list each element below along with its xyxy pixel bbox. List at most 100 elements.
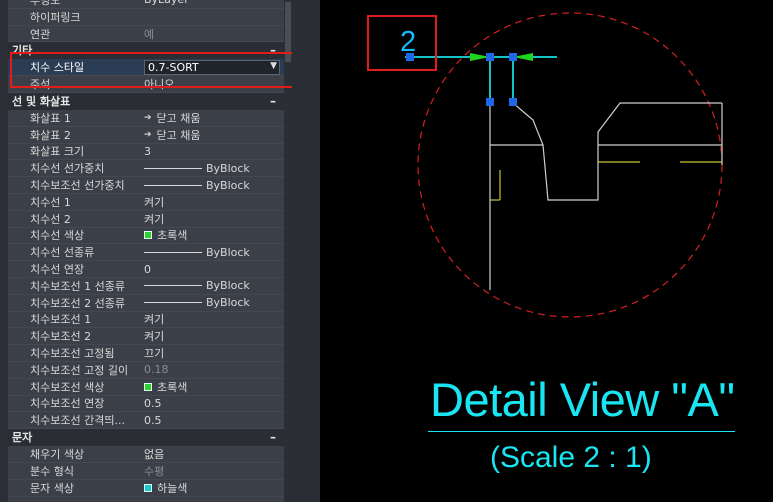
- prop-name: 치수선 연장: [30, 263, 85, 277]
- prop-name: 치수보조선 간격띄...: [30, 414, 125, 428]
- prop-row[interactable]: 연관 예: [8, 26, 284, 43]
- prop-value[interactable]: 끄기: [144, 345, 284, 361]
- prop-value-text: ByBlock: [206, 161, 250, 175]
- prop-value[interactable]: ByBlock: [144, 179, 284, 192]
- prop-row[interactable]: 화살표 크기 3: [8, 144, 284, 161]
- prop-value[interactable]: ➔ 닫고 채움: [144, 110, 284, 126]
- prop-value[interactable]: 켜기: [144, 211, 284, 227]
- collapse-icon[interactable]: –: [270, 93, 276, 110]
- prop-value[interactable]: ByBlock: [144, 162, 284, 175]
- line-sample-icon: [144, 285, 202, 287]
- prop-value[interactable]: 켜기: [144, 194, 284, 210]
- prop-name: 문자 색상: [30, 481, 74, 495]
- prop-value[interactable]: ➔ 닫고 채움: [144, 127, 284, 143]
- prop-name: 화살표 2: [30, 128, 71, 142]
- prop-row[interactable]: 치수보조선 간격띄... 0.5: [8, 412, 284, 430]
- prop-value-text: 닫고 채움: [156, 111, 201, 125]
- prop-value[interactable]: 3: [144, 145, 284, 158]
- section-text-header[interactable]: 문자 –: [8, 429, 284, 447]
- prop-name: 치수선 색상: [30, 229, 85, 243]
- prop-name: 치수보조선 2 선종류: [30, 296, 125, 310]
- prop-value[interactable]: 없음: [144, 446, 284, 462]
- prop-value[interactable]: 예: [144, 26, 284, 42]
- detail-view-title[interactable]: Detail View "A": [430, 372, 735, 427]
- prop-row[interactable]: 치수보조선 선가중치 ByBlock: [8, 177, 284, 194]
- annotation-highlight-box: [10, 52, 292, 88]
- prop-row[interactable]: 치수보조선 1 켜기: [8, 312, 284, 329]
- prop-value-text: 3: [144, 144, 151, 158]
- prop-value-text: 0: [144, 262, 151, 276]
- prop-row[interactable]: 분수 형식 수평: [8, 463, 284, 480]
- prop-value[interactable]: 하늘색: [144, 480, 284, 496]
- prop-value[interactable]: 0: [144, 263, 284, 276]
- prop-value[interactable]: 초록색: [144, 379, 284, 395]
- prop-row[interactable]: 화살표 1 ➔ 닫고 채움: [8, 110, 284, 127]
- panel-divider[interactable]: [292, 0, 320, 502]
- prop-value[interactable]: 0.5: [144, 397, 284, 410]
- prop-value-text: 끄기: [144, 347, 165, 361]
- drawing-canvas[interactable]: 2 Detail View "A" (Scale 2 : 1): [320, 0, 773, 502]
- grip-square[interactable]: [486, 53, 494, 61]
- prop-value-text: 켜기: [144, 212, 165, 226]
- prop-row[interactable]: 채우기 색상 없음: [8, 446, 284, 463]
- lines-rows: 화살표 1 ➔ 닫고 채움 화살표 2 ➔ 닫고 채움 화살표 크기 3 치수선 선가중치 ByB…: [8, 110, 284, 430]
- prop-name: 치수보조선 연장: [30, 397, 105, 411]
- prop-value[interactable]: 켜기: [144, 311, 284, 327]
- prop-name: 화살표 크기: [30, 145, 85, 159]
- prop-value[interactable]: ByLayer: [144, 0, 284, 6]
- prop-value[interactable]: 0.5: [144, 414, 284, 427]
- prop-row[interactable]: 치수선 선종류 ByBlock: [8, 244, 284, 262]
- prop-row[interactable]: 치수보조선 2 켜기: [8, 328, 284, 346]
- part-profile: [512, 102, 722, 201]
- prop-row[interactable]: 치수선 선가중치 ByBlock: [8, 160, 284, 178]
- prop-value[interactable]: ByBlock: [144, 246, 284, 259]
- section-lines-title: 선 및 화살표: [12, 94, 71, 108]
- prop-row[interactable]: 하이퍼링크: [8, 9, 284, 26]
- prop-row[interactable]: 치수선 1 켜기: [8, 194, 284, 211]
- prop-row[interactable]: 투명도 ByLayer: [8, 0, 284, 9]
- prop-row[interactable]: 치수선 색상 초록색: [8, 228, 284, 245]
- prop-row[interactable]: 문자 색상 하늘색: [8, 480, 284, 497]
- color-swatch-icon: [144, 231, 152, 240]
- prop-row[interactable]: 치수보조선 고정됨 끄기: [8, 345, 284, 362]
- prop-row[interactable]: 치수선 2 켜기: [8, 211, 284, 228]
- prop-value-text: ByBlock: [206, 245, 250, 259]
- prop-name: 연관: [30, 27, 51, 41]
- grip-square[interactable]: [509, 53, 517, 61]
- section-text-title: 문자: [12, 431, 33, 445]
- prop-value-text: 켜기: [144, 195, 165, 209]
- prop-value[interactable]: ByBlock: [144, 279, 284, 292]
- prop-row[interactable]: 치수선 연장 0: [8, 261, 284, 278]
- prop-value[interactable]: 0.18: [144, 363, 284, 376]
- detail-title-underline: [428, 431, 735, 432]
- prop-value[interactable]: 켜기: [144, 328, 284, 344]
- prop-row[interactable]: 화살표 2 ➔ 닫고 채움: [8, 127, 284, 144]
- palette-grip[interactable]: [0, 0, 8, 502]
- prop-value-text: 초록색: [157, 380, 188, 394]
- prop-value-text: ByBlock: [206, 296, 250, 310]
- detail-view-scale[interactable]: (Scale 2 : 1): [490, 441, 652, 475]
- prop-row[interactable]: 치수보조선 연장 0.5: [8, 396, 284, 413]
- prop-value-text: 0.5: [144, 413, 162, 427]
- prop-value[interactable]: 초록색: [144, 227, 284, 243]
- line-sample-icon: [144, 167, 202, 169]
- prop-row[interactable]: 치수보조선 2 선종류 ByBlock: [8, 295, 284, 312]
- annotation-highlight-box: [367, 15, 437, 71]
- prop-row[interactable]: 치수보조선 고정 길이 0.18: [8, 362, 284, 379]
- prop-row[interactable]: 치수보조선 1 선종류 ByBlock: [8, 278, 284, 295]
- prop-value[interactable]: 수평: [144, 463, 284, 479]
- grip-square[interactable]: [509, 98, 517, 106]
- prop-value-text: 켜기: [144, 330, 165, 344]
- prop-value[interactable]: ByBlock: [144, 296, 284, 309]
- prop-row[interactable]: 치수보조선 색상 초록색: [8, 379, 284, 396]
- prop-name: 화살표 1: [30, 111, 71, 125]
- collapse-icon[interactable]: –: [270, 429, 276, 446]
- prop-name: 하이퍼링크: [30, 10, 81, 24]
- prop-name: 채우기 색상: [30, 448, 85, 462]
- grip-square[interactable]: [486, 98, 494, 106]
- section-lines-header[interactable]: 선 및 화살표 –: [8, 92, 284, 110]
- line-sample-icon: [144, 302, 202, 304]
- color-swatch-icon: [144, 483, 152, 492]
- prop-name: 치수선 1: [30, 195, 71, 209]
- prop-name: 치수선 선가중치: [30, 162, 105, 176]
